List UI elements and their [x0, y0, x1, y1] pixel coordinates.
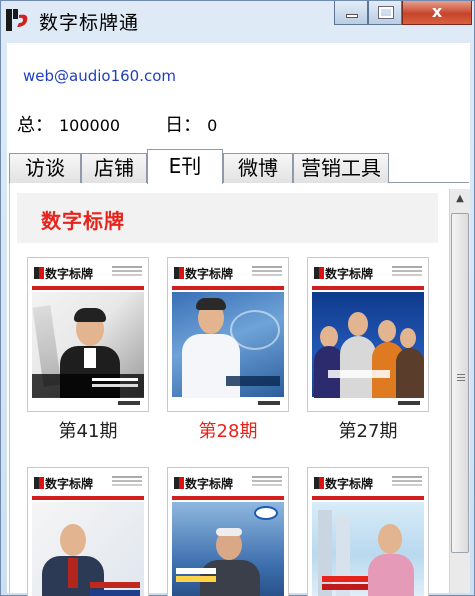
masthead-logo-icon	[314, 477, 324, 489]
day-value: 0	[207, 116, 218, 135]
cover-masthead: 数字标牌	[45, 267, 94, 281]
masthead-logo-icon	[314, 267, 324, 279]
total-value: 100000	[59, 116, 121, 135]
section-title: 数字标牌	[41, 209, 125, 233]
section-header: 数字标牌	[17, 193, 438, 243]
total-label: 总：	[17, 115, 53, 136]
minimize-button[interactable]	[334, 1, 368, 25]
magazine-cover-28[interactable]: 数字标牌	[167, 257, 289, 412]
minimize-icon	[346, 14, 358, 18]
cover-masthead: 数字标牌	[325, 477, 374, 491]
scroll-up-arrow-icon[interactable]: ▲	[450, 189, 470, 209]
close-button[interactable]: x	[402, 1, 472, 25]
masthead-logo-icon	[174, 267, 184, 279]
e-magazine-panel: 数字标牌 数字标牌 第41期 数字标牌 第28期 数字标牌 第27期 数字标牌 …	[9, 183, 469, 596]
magazine-cover[interactable]: 数字标牌	[307, 467, 429, 596]
scrollbar-thumb[interactable]	[451, 213, 469, 553]
close-icon: x	[431, 2, 443, 21]
tab-store[interactable]: 店铺	[81, 153, 147, 183]
tab-e-magazine[interactable]: E刊	[147, 149, 223, 184]
cover-masthead: 数字标牌	[185, 477, 234, 491]
cover-masthead: 数字标牌	[185, 267, 234, 281]
cover-masthead: 数字标牌	[45, 477, 94, 491]
cover-masthead: 数字标牌	[325, 267, 374, 281]
window-title: 数字标牌通	[39, 12, 140, 34]
cover-photo	[32, 502, 144, 596]
tab-weibo[interactable]: 微博	[223, 153, 293, 183]
tab-interview[interactable]: 访谈	[9, 153, 81, 183]
title-bar[interactable]: 数字标牌通 x	[1, 1, 474, 43]
masthead-logo-icon	[34, 477, 44, 489]
magazine-cover[interactable]: 数字标牌	[167, 467, 289, 596]
masthead-logo-icon	[174, 477, 184, 489]
vertical-scrollbar[interactable]: ▲	[449, 189, 470, 593]
magazine-cover[interactable]: 数字标牌	[27, 467, 149, 596]
window-controls: x	[334, 1, 472, 29]
maximize-icon	[378, 6, 394, 19]
cover-photo	[172, 292, 284, 398]
issue-label-27[interactable]: 第27期	[307, 417, 429, 443]
magazine-cover-41[interactable]: 数字标牌	[27, 257, 149, 412]
tab-strip: 访谈 店铺 E刊 微博 营销工具	[9, 149, 469, 184]
grip-icon	[457, 374, 465, 375]
issue-label-41[interactable]: 第41期	[27, 417, 149, 443]
visit-stats: 总： 100000 日： 0	[17, 111, 217, 137]
maximize-button[interactable]	[368, 1, 402, 25]
cover-photo	[32, 292, 144, 398]
cover-photo	[312, 292, 424, 398]
cover-photo	[172, 502, 284, 596]
client-area: web@audio160.com 总： 100000 日： 0 访谈 店铺 E刊 微…	[7, 43, 470, 596]
tab-marketing-tools[interactable]: 营销工具	[293, 153, 389, 183]
app-logo-icon	[6, 9, 28, 31]
masthead-logo-icon	[34, 267, 44, 279]
magazine-cover-27[interactable]: 数字标牌	[307, 257, 429, 412]
cover-photo	[312, 502, 424, 596]
issue-label-28[interactable]: 第28期	[167, 417, 289, 443]
day-label: 日：	[165, 115, 202, 136]
email-link[interactable]: web@audio160.com	[23, 67, 176, 85]
app-window: 数字标牌通 x web@audio160.com 总： 100000 日： 0 访谈…	[0, 0, 475, 596]
